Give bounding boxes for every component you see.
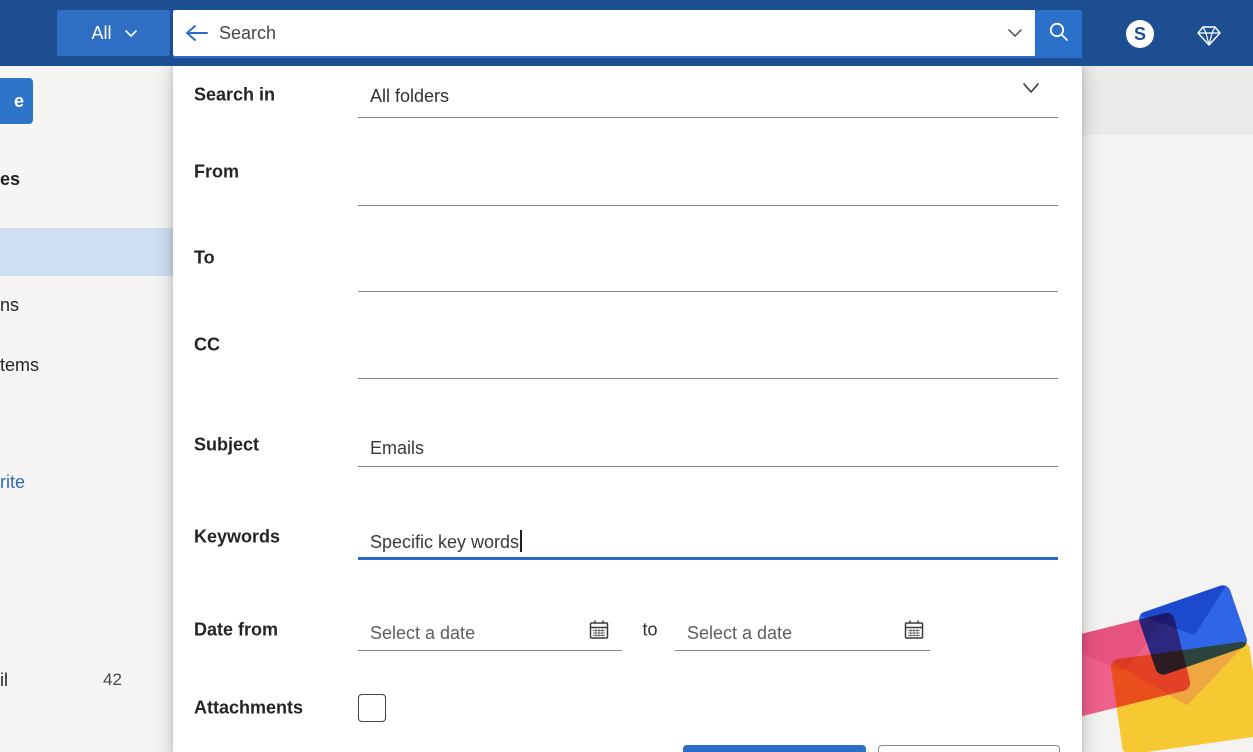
calendar-icon[interactable] [588,619,610,646]
top-app-bar: All S [0,0,1253,66]
cc-label: CC [194,335,220,356]
content-background [1082,66,1253,752]
new-message-button[interactable]: e [0,78,33,124]
sidebar-item-selected[interactable] [0,228,173,276]
keywords-value: Specific key words [370,532,519,552]
folder-sidebar: e es ns tems rite il 42 [0,66,173,752]
search-input[interactable] [219,23,995,44]
favorites-section-label: es [0,169,20,190]
outlook-search-screen: e es ns tems rite il 42 All [0,0,1253,752]
search-options-chevron-icon[interactable] [995,10,1035,56]
subject-label: Subject [194,435,259,456]
skype-icon[interactable]: S [1126,20,1154,48]
keywords-label: Keywords [194,527,280,548]
back-arrow-icon[interactable] [173,10,219,56]
search-flyout-divider [173,56,1082,58]
magnifier-icon [1047,20,1071,47]
search-action-button[interactable] [683,745,866,752]
premium-gem-icon[interactable] [1195,22,1223,50]
date-from-input[interactable] [358,617,622,651]
attachments-label: Attachments [194,698,303,719]
from-label: From [194,162,239,183]
search-in-label: Search in [194,85,275,106]
chevron-down-icon [124,27,136,39]
message-list-header-band [1082,66,1253,135]
search-submit-button[interactable] [1035,10,1082,56]
sidebar-item-junk-email[interactable]: il [0,670,8,691]
from-input[interactable] [358,170,1058,206]
add-favorite-link[interactable]: rite [0,472,25,493]
sidebar-item-drafts[interactable]: ns [0,295,19,316]
date-from-label: Date from [194,620,278,641]
unread-count-badge: 42 [103,670,122,690]
date-to-input[interactable] [675,617,930,651]
subject-input[interactable] [358,431,1058,467]
keywords-input[interactable]: Specific key words [358,524,1058,560]
search-scope-label: All [91,23,111,44]
text-caret [520,530,522,552]
chevron-down-icon[interactable] [1021,81,1041,100]
reset-action-button[interactable] [878,745,1060,752]
date-range-connector: to [635,620,665,641]
to-label: To [194,248,215,269]
skype-letter: S [1134,24,1146,45]
attachments-checkbox[interactable] [358,694,386,722]
search-scope-dropdown[interactable]: All [57,10,170,56]
search-in-folder-dropdown[interactable]: All folders [358,82,1058,118]
to-input[interactable] [358,256,1058,292]
calendar-icon[interactable] [903,619,925,646]
advanced-search-panel: Search in All folders From To CC Subject… [173,57,1082,752]
sidebar-item-sent-items[interactable]: tems [0,355,39,376]
cc-input[interactable] [358,343,1058,379]
search-box[interactable] [173,10,1035,56]
